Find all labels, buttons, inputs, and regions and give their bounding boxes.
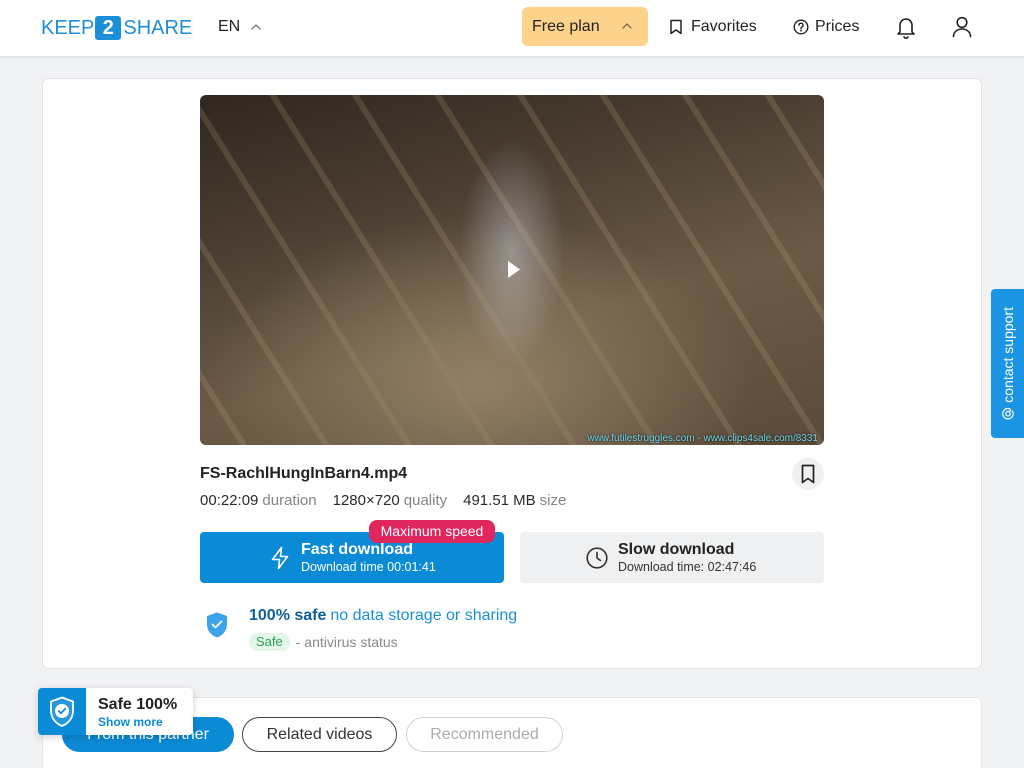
- plan-label: Free plan: [532, 17, 600, 35]
- bell-icon: [895, 15, 917, 39]
- chevron-up-icon: [251, 24, 261, 30]
- meta-size: 491.51 MB size: [463, 492, 566, 510]
- bookmark-icon: [800, 464, 816, 484]
- favorites-link[interactable]: Favorites: [669, 14, 757, 40]
- play-icon[interactable]: [507, 260, 521, 279]
- show-more-link[interactable]: Show more: [98, 715, 163, 729]
- at-sign-icon: [1001, 408, 1014, 420]
- logo-mark-two: 2: [95, 16, 122, 40]
- prices-link[interactable]: Prices: [793, 14, 859, 40]
- safe-widget-title: Safe 100%: [98, 696, 178, 713]
- safe-widget-icon-panel: [38, 688, 86, 735]
- bookmark-icon: [669, 19, 683, 35]
- slow-download-time: Download time: 02:47:46: [618, 560, 757, 574]
- prices-label: Prices: [815, 18, 860, 35]
- maximum-speed-badge: Maximum speed: [369, 520, 495, 543]
- favorites-label: Favorites: [691, 18, 757, 35]
- tab-recommended[interactable]: Recommended: [406, 717, 563, 752]
- fast-download-title: Fast download: [301, 541, 413, 558]
- lightning-icon: [270, 546, 290, 570]
- antivirus-safe-badge: Safe: [249, 633, 290, 651]
- file-meta: 00:22:09 duration 1280×720 quality 491.51 …: [200, 492, 582, 510]
- language-selector[interactable]: EN: [218, 14, 261, 40]
- duration-value: 00:22:09: [200, 492, 259, 509]
- video-preview[interactable]: www.futilestruggles.com - www.clips4sale…: [200, 95, 824, 445]
- chevron-up-icon: [622, 23, 632, 29]
- contact-support-label: contact support: [999, 307, 1016, 403]
- bookmark-file-button[interactable]: [792, 458, 824, 490]
- language-label: EN: [218, 18, 241, 35]
- size-label: size: [539, 492, 567, 509]
- top-header: KEEP 2 SHARE EN Free plan Favorites Pric…: [0, 0, 1024, 57]
- preview-watermark: www.futilestruggles.com - www.clips4sale…: [587, 433, 818, 444]
- logo-text-keep: KEEP: [41, 17, 95, 39]
- user-icon: [952, 16, 972, 38]
- antivirus-status-row: Safe - antivirus status: [249, 633, 398, 651]
- duration-label: duration: [262, 492, 317, 509]
- safety-headline: 100% safe: [249, 607, 327, 624]
- quality-value: 1280×720: [332, 492, 400, 509]
- contact-support-tab[interactable]: contact support: [991, 289, 1024, 438]
- safety-description: no data storage or sharing: [330, 607, 518, 624]
- safety-headline-row: 100% safe no data storage or sharing: [249, 606, 517, 626]
- size-value: 491.51 MB: [463, 492, 536, 509]
- meta-duration: 00:22:09 duration: [200, 492, 317, 510]
- free-plan-button[interactable]: Free plan: [522, 7, 648, 46]
- antivirus-status-text: - antivirus status: [295, 634, 398, 650]
- site-logo[interactable]: KEEP 2 SHARE: [41, 16, 192, 40]
- account-button[interactable]: [952, 16, 972, 38]
- meta-quality: 1280×720 quality: [333, 492, 448, 510]
- safe-badge-widget[interactable]: Safe 100% Show more: [38, 688, 193, 735]
- question-circle-icon: [793, 19, 809, 35]
- clock-icon: [586, 547, 608, 569]
- slow-download-button[interactable]: Slow download Download time: 02:47:46: [520, 532, 824, 583]
- logo-text-share: SHARE: [123, 17, 193, 39]
- file-name: FS-RachlHungInBarn4.mp4: [200, 465, 408, 482]
- tab-related-videos[interactable]: Related videos: [242, 717, 397, 752]
- file-card: www.futilestruggles.com - www.clips4sale…: [42, 78, 982, 669]
- shield-check-icon: [49, 696, 75, 728]
- fast-download-time: Download time 00:01:41: [301, 560, 436, 574]
- quality-label: quality: [403, 492, 448, 509]
- notifications-button[interactable]: [895, 15, 917, 39]
- shield-check-icon: [205, 611, 229, 639]
- slow-download-title: Slow download: [618, 541, 735, 558]
